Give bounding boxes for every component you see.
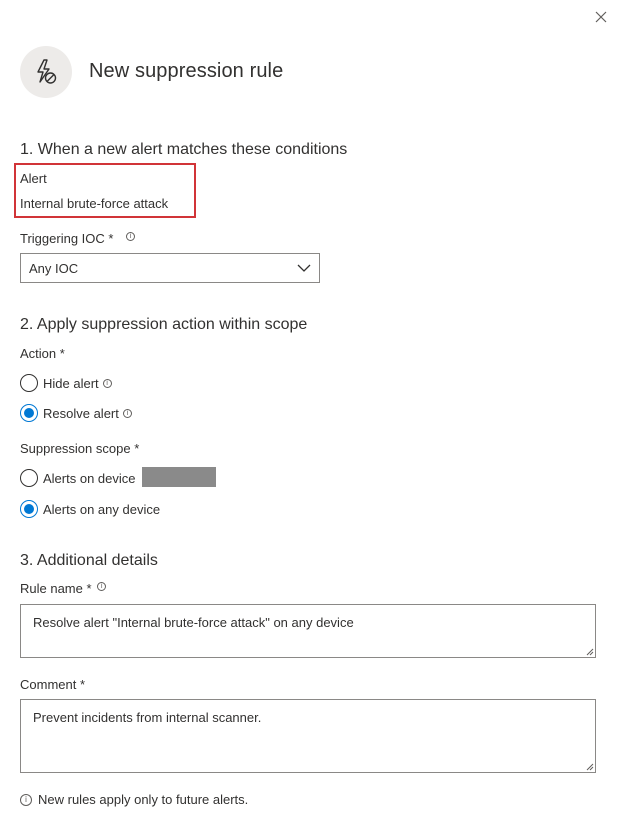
info-icon[interactable]: i	[102, 379, 112, 388]
required-marker: *	[86, 581, 92, 596]
radio-resolve-alert[interactable]: Resolve alert i	[20, 403, 132, 423]
close-icon	[595, 11, 607, 23]
rule-name-label: Rule name	[20, 581, 83, 596]
section-3-title: 3. Additional details	[20, 552, 158, 569]
section-2-title: 2. Apply suppression action within scope	[20, 316, 308, 333]
required-marker: *	[79, 677, 86, 692]
info-icon[interactable]: i	[97, 582, 107, 591]
comment-value: Prevent incidents from internal scanner.	[33, 710, 262, 725]
action-label: Action	[20, 346, 57, 361]
radio-label: Alerts on device	[43, 470, 136, 486]
alert-value: Internal brute-force attack	[20, 196, 169, 211]
rule-name-textarea[interactable]: Resolve alert "Internal brute-force atta…	[20, 604, 596, 658]
resize-grip-icon[interactable]	[586, 648, 594, 656]
triggering-ioc-value: Any IOC	[29, 261, 79, 276]
rule-name-value: Resolve alert "Internal brute-force atta…	[33, 615, 354, 630]
chevron-down-icon	[297, 264, 311, 272]
radio-label: Alerts on any device	[43, 501, 161, 517]
rule-name-label-row: Rule name * i	[20, 581, 107, 596]
radio-label: Hide alert	[43, 375, 99, 391]
scope-label-row: Suppression scope *	[20, 441, 139, 456]
header-icon-circle	[20, 46, 72, 98]
info-icon[interactable]: i	[126, 232, 136, 241]
comment-label-row: Comment *	[20, 677, 85, 692]
comment-textarea[interactable]: Prevent incidents from internal scanner.	[20, 699, 596, 773]
resize-grip-icon[interactable]	[586, 763, 594, 771]
radio-alerts-on-any-device[interactable]: Alerts on any device	[20, 499, 160, 519]
required-marker: *	[134, 441, 140, 456]
action-label-row: Action *	[20, 346, 65, 361]
radio-hide-alert[interactable]: Hide alert i	[20, 373, 112, 393]
radio-label: Resolve alert	[43, 405, 119, 421]
radio-button[interactable]	[20, 374, 38, 392]
radio-alerts-on-device[interactable]: Alerts on device	[20, 468, 136, 488]
info-icon[interactable]: i	[122, 409, 132, 418]
required-marker: *	[59, 346, 65, 361]
triggering-ioc-dropdown[interactable]: Any IOC	[20, 253, 320, 283]
triggering-ioc-label: Triggering IOC	[20, 231, 105, 246]
comment-label: Comment	[20, 677, 77, 692]
alert-label: Alert	[20, 171, 47, 186]
section-1-title: 1. When a new alert matches these condit…	[20, 141, 348, 158]
radio-button[interactable]	[20, 469, 38, 487]
close-button[interactable]	[592, 8, 610, 26]
radio-button[interactable]	[20, 404, 38, 422]
triggering-ioc-label-row: Triggering IOC * i	[20, 231, 136, 246]
footnote-text: New rules apply only to future alerts.	[38, 792, 249, 807]
page-title: New suppression rule	[89, 60, 284, 82]
redacted-device-name	[142, 467, 216, 487]
required-marker: *	[108, 231, 114, 246]
lightning-bolt-prohibited-icon	[37, 59, 57, 84]
radio-button[interactable]	[20, 500, 38, 518]
suppression-scope-label: Suppression scope	[20, 441, 131, 456]
footnote: i New rules apply only to future alerts.	[20, 792, 248, 807]
info-icon: i	[20, 793, 32, 806]
